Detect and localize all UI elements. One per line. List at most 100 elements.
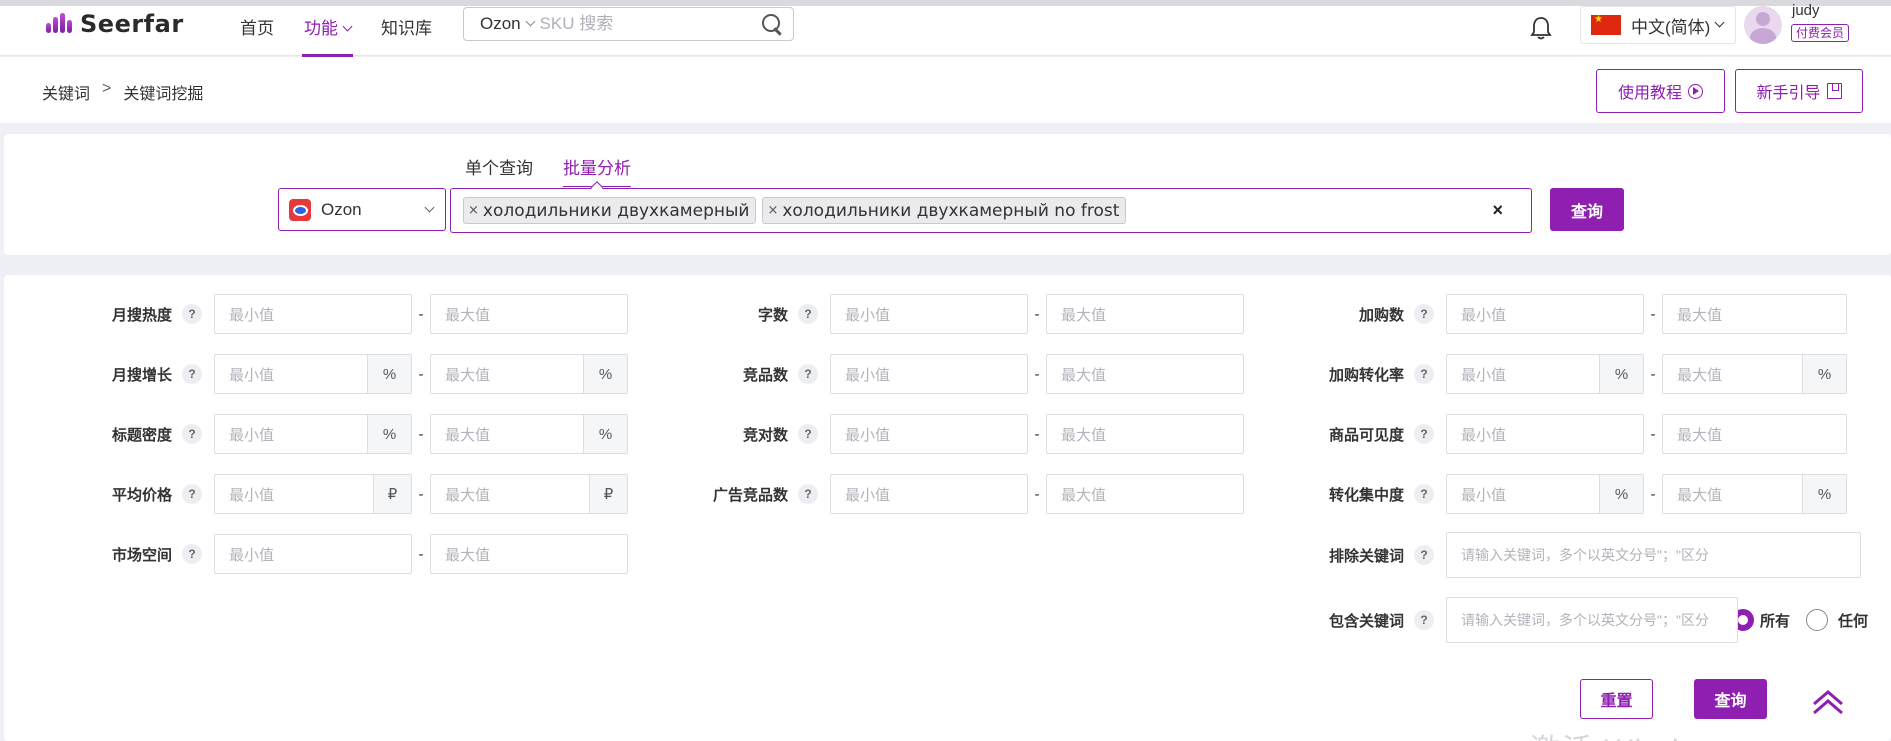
filter-label: 市场空间 — [111, 546, 172, 564]
include-keywords-input[interactable]: 请输入关键词，多个以英文分号"；"区分 — [1446, 597, 1738, 643]
sku-search-input[interactable] — [539, 14, 761, 34]
max-input[interactable]: 最大值 — [1046, 294, 1244, 334]
help-icon[interactable]: ? — [1414, 610, 1434, 630]
help-icon[interactable]: ? — [182, 364, 202, 384]
help-icon[interactable]: ? — [1414, 424, 1434, 444]
max-input[interactable]: 最大值 — [1046, 414, 1244, 454]
filter-row-monthly-search: 月搜热度 ? 最小值 - 最大值 — [94, 294, 628, 334]
min-placeholder: 最小值 — [1461, 426, 1507, 444]
unit-label: % — [1802, 355, 1846, 393]
keyword-tag-input[interactable]: × холодильники двухкамерный × холодильни… — [450, 188, 1532, 233]
min-input[interactable]: 最小值 — [1446, 414, 1644, 454]
max-placeholder: 最大值 — [1061, 306, 1107, 324]
filter-label: 包含关键词 — [1328, 612, 1404, 630]
language-select[interactable]: 中文(简体) — [1580, 6, 1736, 44]
logo-bars-icon — [44, 13, 74, 35]
filter-row-word-count: 字数 ? 最小值 - 最大值 — [684, 294, 1244, 334]
filter-row-avg-price: 平均价格 ? 最小值 ₽ - 最大值 ₽ — [94, 474, 628, 514]
help-icon[interactable]: ? — [182, 424, 202, 444]
min-input[interactable]: 最小值 — [830, 294, 1028, 334]
max-placeholder: 最大值 — [1677, 366, 1723, 384]
unit-label: % — [367, 415, 411, 453]
min-input[interactable]: 最小值 ₽ — [214, 474, 412, 514]
filter-label: 月搜热度 — [111, 306, 172, 324]
logo[interactable]: Seerfar — [44, 10, 184, 38]
min-input[interactable]: 最小值 — [830, 414, 1028, 454]
tab-single-query[interactable]: 单个查询 — [465, 154, 533, 187]
tag-close-icon[interactable]: × — [767, 203, 778, 218]
filter-query-button[interactable]: 查询 — [1694, 679, 1767, 719]
max-input[interactable]: 最大值 — [1046, 474, 1244, 514]
max-input[interactable]: 最大值% — [430, 354, 628, 394]
help-icon[interactable]: ? — [182, 304, 202, 324]
help-icon[interactable]: ? — [1414, 484, 1434, 504]
platform-select[interactable]: Ozon — [278, 188, 446, 231]
filter-label: 竞品数 — [742, 366, 788, 384]
max-placeholder: 最大值 — [445, 486, 491, 504]
bell-icon[interactable] — [1530, 16, 1552, 40]
nav-home[interactable]: 首页 — [240, 14, 274, 56]
max-input[interactable]: 最大值 — [1662, 294, 1847, 334]
keyword-tag-label: холодильники двухкамерный no frost — [782, 200, 1120, 221]
max-input[interactable]: 最大值 — [1662, 414, 1847, 454]
max-input[interactable]: 最大值% — [1662, 354, 1847, 394]
help-icon[interactable]: ? — [798, 304, 818, 324]
min-input[interactable]: 最小值% — [214, 354, 412, 394]
nav-features[interactable]: 功能 — [302, 14, 353, 57]
ozon-logo-icon — [289, 198, 311, 221]
max-input[interactable]: 最大值% — [1662, 474, 1847, 514]
query-tabs: 单个查询 批量分析 — [465, 154, 631, 187]
user-name[interactable]: judy — [1792, 2, 1820, 19]
max-input[interactable]: 最大值 — [430, 294, 628, 334]
guide-button[interactable]: 新手引导 — [1735, 69, 1863, 113]
max-input[interactable]: 最大值 — [1046, 354, 1244, 394]
max-input[interactable]: 最大值 — [430, 534, 628, 574]
max-placeholder: 最大值 — [1061, 426, 1107, 444]
reset-button[interactable]: 重置 — [1580, 679, 1653, 719]
china-flag-icon — [1591, 14, 1621, 35]
max-placeholder: 最大值 — [1677, 486, 1723, 504]
min-input[interactable]: 最小值 — [214, 294, 412, 334]
tab-batch-analysis[interactable]: 批量分析 — [563, 154, 631, 187]
filter-row-cart-conversion: 加购转化率 ? 最小值% - 最大值% — [1304, 354, 1847, 394]
tutorial-button[interactable]: 使用教程 — [1596, 69, 1725, 113]
help-icon[interactable]: ? — [798, 484, 818, 504]
min-input[interactable]: 最小值% — [1446, 354, 1644, 394]
min-input[interactable]: 最小值 — [214, 534, 412, 574]
help-icon[interactable]: ? — [1414, 364, 1434, 384]
help-icon[interactable]: ? — [798, 424, 818, 444]
radio-any[interactable] — [1806, 609, 1829, 631]
filter-panel: 月搜热度 ? 最小值 - 最大值 月搜增长 ? 最小值% - 最大值% 标题密度… — [4, 275, 1891, 741]
min-input[interactable]: 最小值 — [830, 354, 1028, 394]
help-icon[interactable]: ? — [798, 364, 818, 384]
breadcrumb-keywords[interactable]: 关键词 — [42, 80, 90, 104]
range-dash: - — [418, 545, 424, 563]
help-icon[interactable]: ? — [1414, 304, 1434, 324]
back-to-top-icon[interactable] — [1808, 686, 1848, 716]
min-input[interactable]: 最小值% — [214, 414, 412, 454]
min-placeholder: 最小值 — [845, 366, 891, 384]
min-input[interactable]: 最小值 — [1446, 294, 1644, 334]
avatar[interactable] — [1744, 6, 1782, 44]
min-input[interactable]: 最小值 — [830, 474, 1028, 514]
help-icon[interactable]: ? — [1414, 545, 1434, 565]
query-button[interactable]: 查询 — [1550, 188, 1624, 231]
logo-text: Seerfar — [80, 10, 184, 38]
max-placeholder: 最大值 — [1061, 366, 1107, 384]
help-icon[interactable]: ? — [182, 484, 202, 504]
clear-icon[interactable]: × — [1492, 200, 1503, 221]
min-placeholder: 最小值 — [229, 546, 275, 564]
max-input[interactable]: 最大值 ₽ — [430, 474, 628, 514]
tag-close-icon[interactable]: × — [468, 203, 479, 218]
exclude-keywords-input[interactable]: 请输入关键词，多个以英文分号"；"区分 — [1446, 532, 1861, 578]
search-icon[interactable] — [761, 13, 781, 35]
range-dash: - — [1650, 305, 1656, 323]
max-input[interactable]: 最大值% — [430, 414, 628, 454]
min-input[interactable]: 最小值% — [1446, 474, 1644, 514]
nav-knowledge[interactable]: 知识库 — [381, 14, 432, 56]
help-icon[interactable]: ? — [182, 544, 202, 564]
range-dash: - — [418, 485, 424, 503]
book-icon — [1826, 83, 1842, 99]
range-dash: - — [1034, 305, 1040, 323]
search-platform-select[interactable]: Ozon — [464, 14, 540, 34]
